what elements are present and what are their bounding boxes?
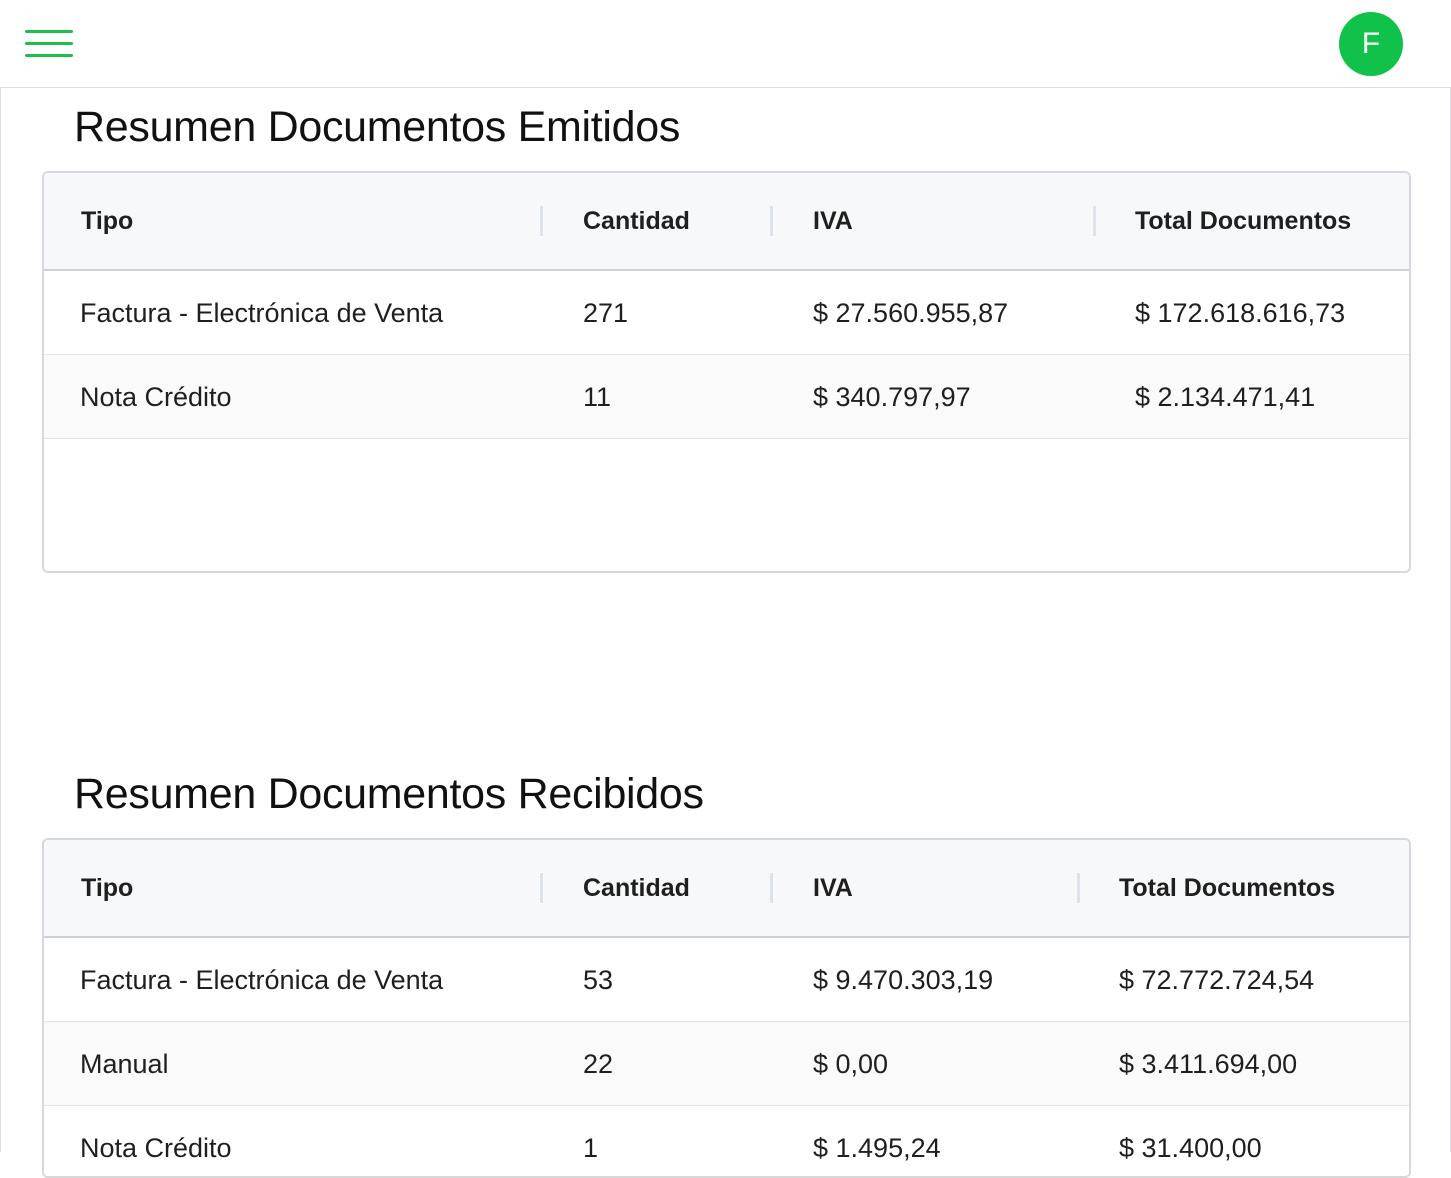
cell-total: $ 172.618.616,73 — [1135, 297, 1346, 328]
column-resize-handle[interactable] — [1093, 206, 1096, 236]
cell-total: $ 31.400,00 — [1119, 1132, 1262, 1163]
column-header-total-documentos[interactable]: Total Documentos — [1119, 840, 1335, 936]
cell-cantidad: 11 — [583, 381, 612, 412]
cell-cantidad: 271 — [583, 297, 629, 328]
cell-cantidad: 53 — [583, 964, 614, 995]
cell-total: $ 72.772.724,54 — [1119, 964, 1315, 995]
emitidos-table-header: Tipo Cantidad IVA Total Documentos — [44, 173, 1409, 271]
top-bar: F — [0, 0, 1451, 88]
column-resize-handle[interactable] — [540, 206, 543, 236]
cell-cantidad: 1 — [583, 1132, 599, 1163]
cell-tipo: Nota Crédito — [80, 381, 232, 412]
emitidos-title: Resumen Documentos Emitidos — [74, 103, 681, 151]
cell-iva: $ 27.560.955,87 — [813, 297, 1009, 328]
cell-total: $ 3.411.694,00 — [1119, 1048, 1298, 1079]
column-header-iva[interactable]: IVA — [813, 840, 853, 936]
cell-iva: $ 1.495,24 — [813, 1132, 941, 1163]
column-header-iva[interactable]: IVA — [813, 173, 853, 269]
column-header-tipo[interactable]: Tipo — [81, 173, 133, 269]
cell-tipo: Factura - Electrónica de Venta — [80, 297, 444, 328]
cell-total: $ 2.134.471,41 — [1135, 381, 1316, 412]
cell-tipo: Manual — [80, 1048, 169, 1079]
table-row[interactable]: Nota Crédito 11 $ 340.797,97 $ 2.134.471… — [44, 355, 1409, 439]
cell-tipo: Factura - Electrónica de Venta — [80, 964, 444, 995]
table-row[interactable]: Factura - Electrónica de Venta 271 $ 27.… — [44, 271, 1409, 355]
hamburger-menu-icon[interactable] — [25, 28, 73, 60]
emitidos-table: Tipo Cantidad IVA Total Documentos Factu… — [42, 171, 1411, 573]
cell-iva: $ 0,00 — [813, 1048, 889, 1079]
table-row[interactable]: Nota Crédito 1 $ 1.495,24 $ 31.400,00 — [44, 1106, 1409, 1176]
column-header-tipo[interactable]: Tipo — [81, 840, 133, 936]
table-row[interactable]: Factura - Electrónica de Venta 53 $ 9.47… — [44, 938, 1409, 1022]
recibidos-table: Tipo Cantidad IVA Total Documentos Factu… — [42, 838, 1411, 1178]
column-resize-handle[interactable] — [770, 206, 773, 236]
cell-iva: $ 340.797,97 — [813, 381, 971, 412]
column-header-cantidad[interactable]: Cantidad — [583, 173, 690, 269]
column-resize-handle[interactable] — [1077, 873, 1080, 903]
recibidos-table-header: Tipo Cantidad IVA Total Documentos — [44, 840, 1409, 938]
table-row[interactable]: Manual 22 $ 0,00 $ 3.411.694,00 — [44, 1022, 1409, 1106]
column-resize-handle[interactable] — [540, 873, 543, 903]
cell-cantidad: 22 — [583, 1048, 614, 1079]
column-header-cantidad[interactable]: Cantidad — [583, 840, 690, 936]
column-resize-handle[interactable] — [770, 873, 773, 903]
cell-iva: $ 9.470.303,19 — [813, 964, 994, 995]
column-header-total-documentos[interactable]: Total Documentos — [1135, 173, 1351, 269]
user-avatar[interactable]: F — [1339, 12, 1403, 76]
main-content: Resumen Documentos Emitidos Tipo Cantida… — [0, 88, 1451, 1178]
cell-tipo: Nota Crédito — [80, 1132, 232, 1163]
recibidos-title: Resumen Documentos Recibidos — [74, 770, 704, 818]
